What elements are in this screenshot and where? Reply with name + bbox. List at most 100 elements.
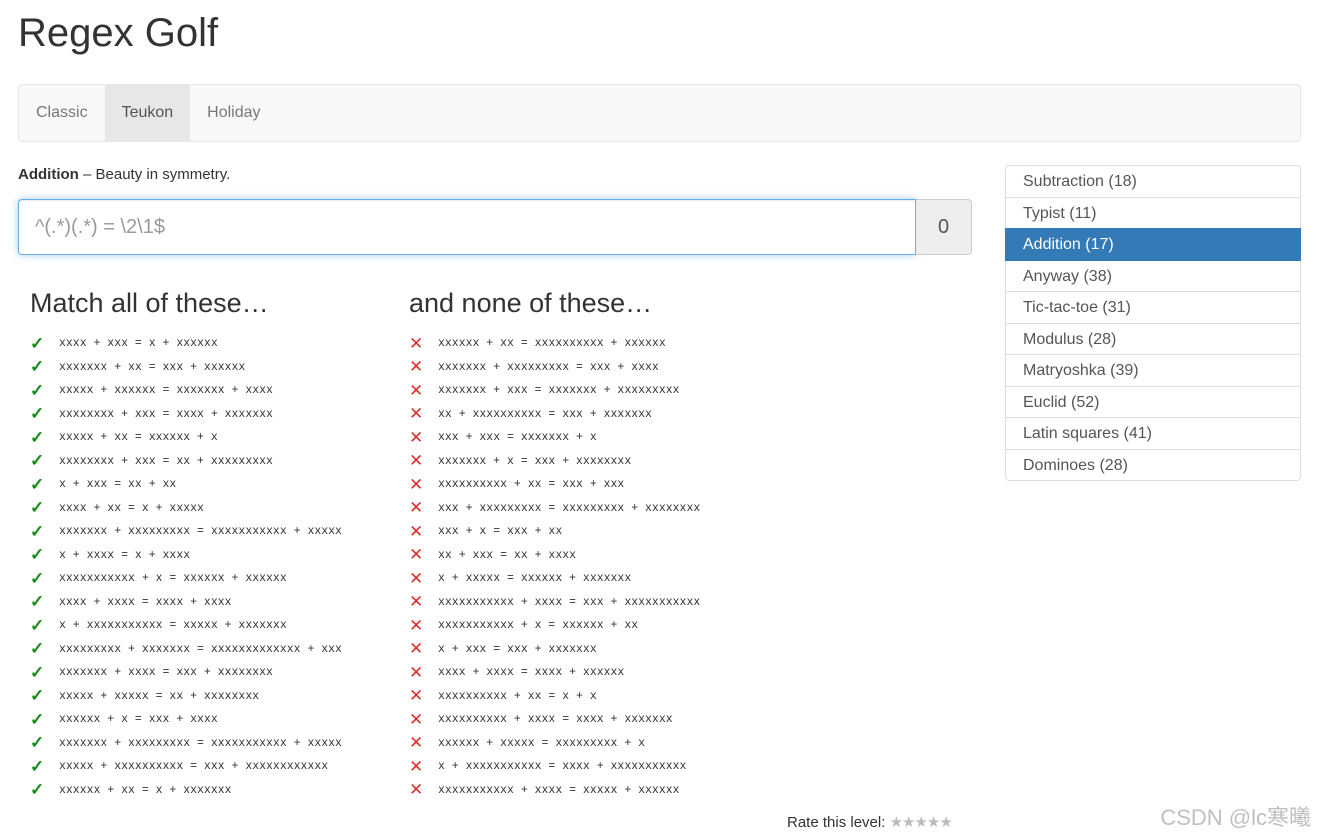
check-icon: ✓ <box>30 404 45 424</box>
check-icon: ✓ <box>30 780 45 800</box>
check-icon: ✓ <box>30 451 45 471</box>
level-item[interactable]: Subtraction (18) <box>1005 165 1301 198</box>
check-icon: ✓ <box>30 662 45 682</box>
level-item[interactable]: Euclid (52) <box>1005 385 1301 418</box>
tab-holiday[interactable]: Holiday <box>190 85 277 141</box>
level-description: Addition – Beauty in symmetry. <box>18 166 230 183</box>
check-icon: ✓ <box>30 756 45 776</box>
cross-icon: ✕ <box>409 380 424 400</box>
level-name: Addition <box>18 166 79 183</box>
level-item[interactable]: Anyway (38) <box>1005 259 1301 292</box>
cross-icon: ✕ <box>409 545 424 565</box>
rating-stars[interactable]: ★★★★★ <box>890 814 953 831</box>
check-icon: ✓ <box>30 592 45 612</box>
list-item: ✓ xxxxx + xxxxx = xx + xxxxxxxx <box>30 685 342 709</box>
list-item: ✓ xxxxxxx + xx = xxx + xxxxxx <box>30 356 342 380</box>
list-item: ✓ xxxxxxxx + xxx = xxxx + xxxxxxx <box>30 403 342 427</box>
list-item: ✓ xxxxxxxxx + xxxxxxx = xxxxxxxxxxxxx + x… <box>30 638 342 662</box>
level-item[interactable]: Modulus (28) <box>1005 322 1301 355</box>
list-item: ✓ xxxxxxx + xxxxxxxxx = xxxxxxxxxxx + xxx… <box>30 520 342 544</box>
test-case: xxx + xxxxxxxxx = xxxxxxxxx + xxxxxxxx <box>438 501 701 515</box>
cross-icon: ✕ <box>409 639 424 659</box>
list-item: ✕ xx + xxxxxxxxxx = xxx + xxxxxxx <box>409 403 700 427</box>
test-case: xxxxxx + xx = x + xxxxxxx <box>59 783 232 797</box>
list-item: ✓ xxxx + xx = x + xxxxx <box>30 497 342 521</box>
test-case: xxxxx + xxxxxx = xxxxxxx + xxxx <box>59 384 273 398</box>
match-heading: Match all of these… <box>30 288 269 318</box>
list-item: ✓ x + xxx = xx + xx <box>30 473 342 497</box>
list-item: ✕ xxxxxxxxxxx + x = xxxxxx + xx <box>409 614 700 638</box>
check-icon: ✓ <box>30 333 45 353</box>
test-case: xxxxxxxx + xxx = xxxx + xxxxxxx <box>59 407 273 421</box>
list-item: ✓ xxxxx + xxxxxxxxxx = xxx + xxxxxxxxxxxx <box>30 755 342 779</box>
check-icon: ✓ <box>30 686 45 706</box>
regex-input[interactable] <box>18 199 916 255</box>
watermark: CSDN @lc寒曦 <box>1160 805 1311 830</box>
list-item: ✕ xxxxxxxxxx + xx = xxx + xxx <box>409 473 700 497</box>
level-item[interactable]: Typist (11) <box>1005 196 1301 229</box>
level-list: Subtraction (18) Typist (11) Addition (17)… <box>1005 165 1301 481</box>
test-case: xxx + xxx = xxxxxxx + x <box>438 431 597 445</box>
list-item: ✕ x + xxx = xxx + xxxxxxx <box>409 638 700 662</box>
check-icon: ✓ <box>30 639 45 659</box>
test-case: xxxxxxxx + xxx = xx + xxxxxxxxx <box>59 454 273 468</box>
level-item[interactable]: Matryoshka (39) <box>1005 354 1301 387</box>
test-case: xxxxxxx + xxxx = xxx + xxxxxxxx <box>59 666 273 680</box>
cross-icon: ✕ <box>409 756 424 776</box>
list-item: ✓ xxxxxxxx + xxx = xx + xxxxxxxxx <box>30 450 342 474</box>
test-case: x + xxxxx = xxxxxx + xxxxxxx <box>438 572 632 586</box>
test-case: xxx + x = xxx + xx <box>438 525 563 539</box>
test-case: xxxxxxxxxx + xx = xxx + xxx <box>438 478 625 492</box>
test-case: xxxxx + xx = xxxxxx + x <box>59 431 218 445</box>
list-item: ✕ xxx + xxxxxxxxx = xxxxxxxxx + xxxxxxxx <box>409 497 700 521</box>
list-item: ✕ xxxxxx + xxxxx = xxxxxxxxx + x <box>409 732 700 756</box>
level-set-navbar: Classic Teukon Holiday <box>18 84 1301 142</box>
level-tagline: Beauty in symmetry. <box>95 166 231 183</box>
test-case: xxxx + xxxx = xxxx + xxxx <box>59 595 232 609</box>
list-item: ✓ xxxxx + xxxxxx = xxxxxxx + xxxx <box>30 379 342 403</box>
list-item: ✕ xxxxxxx + x = xxx + xxxxxxxx <box>409 450 700 474</box>
match-list: ✓ xxxx + xxx = x + xxxxxx ✓ xxxxxxx + xx = … <box>30 332 342 802</box>
cross-icon: ✕ <box>409 498 424 518</box>
list-item: ✕ xxx + x = xxx + xx <box>409 520 700 544</box>
check-icon: ✓ <box>30 498 45 518</box>
list-item: ✕ xxxxxxxxxxx + xxxx = xxxxx + xxxxxx <box>409 779 700 803</box>
test-case: xxxxxxx + xxxxxxxxx = xxx + xxxx <box>438 360 659 374</box>
cross-icon: ✕ <box>409 662 424 682</box>
rating-label: Rate this level: <box>787 814 886 831</box>
cross-icon: ✕ <box>409 521 424 541</box>
list-item: ✕ xxxx + xxxx = xxxx + xxxxxx <box>409 661 700 685</box>
check-icon: ✓ <box>30 709 45 729</box>
cross-icon: ✕ <box>409 686 424 706</box>
list-item: ✕ xx + xxx = xx + xxxx <box>409 544 700 568</box>
level-item[interactable]: Dominoes (28) <box>1005 448 1301 481</box>
test-case: xxxxxxxxxxx + xxxx = xxxxx + xxxxxx <box>438 783 680 797</box>
test-case: xxxxxxxxxx + xx = x + x <box>438 689 597 703</box>
test-case: x + xxx = xxx + xxxxxxx <box>438 642 597 656</box>
list-item: ✓ xxxxxxx + xxxxxxxxx = xxxxxxxxxxx + xxx… <box>30 732 342 756</box>
check-icon: ✓ <box>30 380 45 400</box>
test-case: xx + xxx = xx + xxxx <box>438 548 577 562</box>
check-icon: ✓ <box>30 545 45 565</box>
list-item: ✕ xxxxxx + xx = xxxxxxxxxx + xxxxxx <box>409 332 700 356</box>
cross-icon: ✕ <box>409 427 424 447</box>
tab-teukon[interactable]: Teukon <box>104 85 191 141</box>
test-case: xxxxxxxxxx + xxxx = xxxx + xxxxxxx <box>438 713 673 727</box>
list-item: ✓ xxxx + xxxx = xxxx + xxxx <box>30 591 342 615</box>
level-item[interactable]: Addition (17) <box>1005 228 1301 261</box>
test-case: xxxxx + xxxxxxxxxx = xxx + xxxxxxxxxxxx <box>59 760 329 774</box>
list-item: ✕ xxxxxxx + xxxxxxxxx = xxx + xxxx <box>409 356 700 380</box>
level-item[interactable]: Latin squares (41) <box>1005 417 1301 450</box>
cross-icon: ✕ <box>409 404 424 424</box>
list-item: ✕ xxxxxxxxxx + xxxx = xxxx + xxxxxxx <box>409 708 700 732</box>
list-item: ✓ x + xxxxxxxxxxx = xxxxx + xxxxxxx <box>30 614 342 638</box>
cross-icon: ✕ <box>409 733 424 753</box>
list-item: ✕ x + xxxxxxxxxxx = xxxx + xxxxxxxxxxx <box>409 755 700 779</box>
level-item[interactable]: Tic-tac-toe (31) <box>1005 291 1301 324</box>
check-icon: ✓ <box>30 427 45 447</box>
test-case: xxxxxxx + xx = xxx + xxxxxx <box>59 360 246 374</box>
test-case: x + xxx = xx + xx <box>59 478 177 492</box>
list-item: ✓ xxxxxxx + xxxx = xxx + xxxxxxxx <box>30 661 342 685</box>
cross-icon: ✕ <box>409 709 424 729</box>
tab-classic[interactable]: Classic <box>19 85 105 141</box>
